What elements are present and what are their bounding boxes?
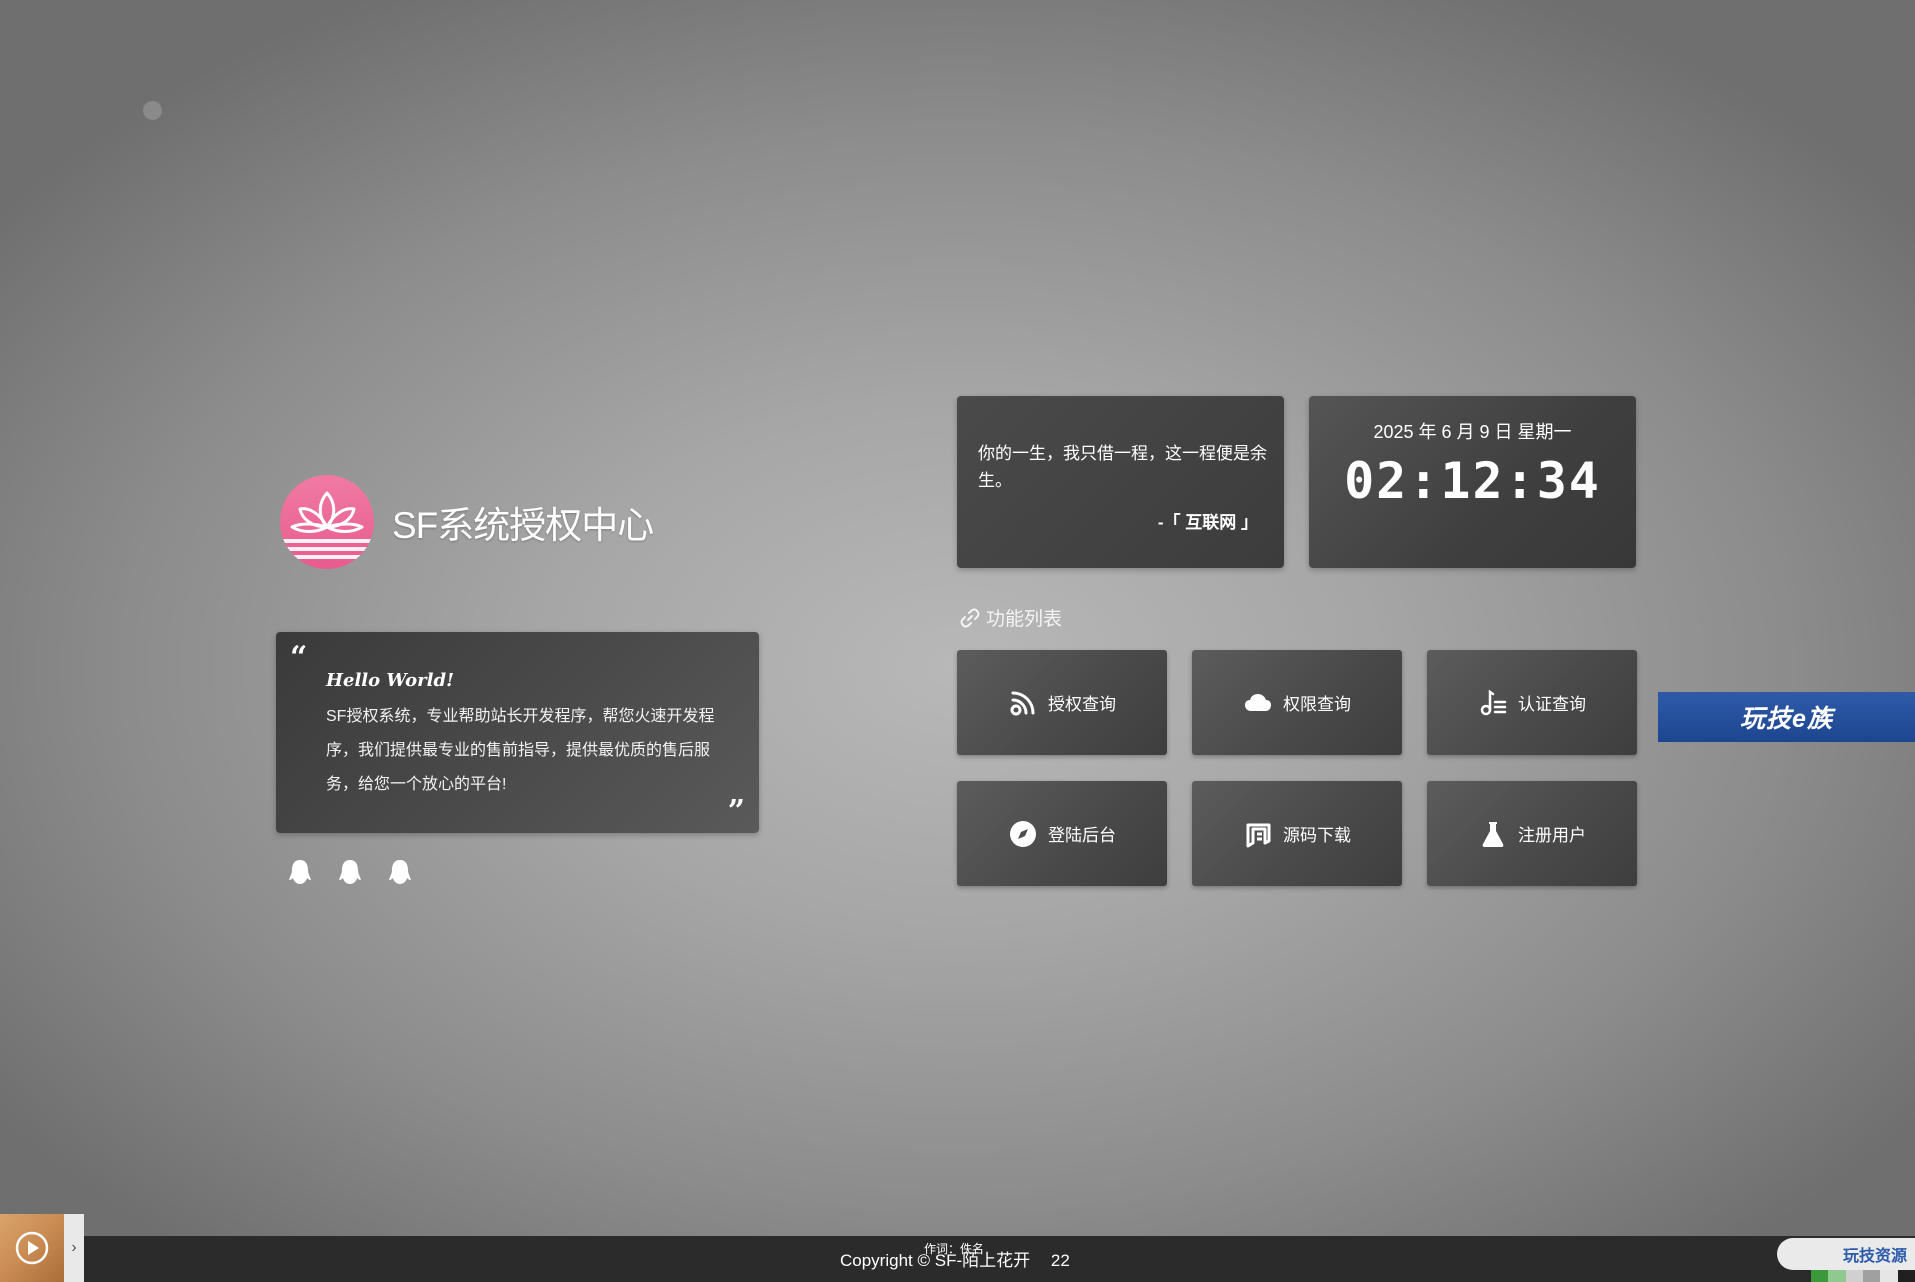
function-list-heading: 功能列表 [960, 604, 1062, 631]
function-list-heading-text: 功能列表 [986, 609, 1063, 630]
lotus-logo-icon [280, 475, 374, 569]
permission-query-button[interactable]: 权限查询 [1192, 650, 1402, 755]
clock-date: 2025 年 6 月 9 日 星期一 [1373, 422, 1572, 442]
decorative-dot [143, 101, 162, 120]
admin-login-button[interactable]: 登陆后台 [957, 781, 1167, 886]
permission-query-label: 权限查询 [1283, 695, 1351, 714]
quote-text: 你的一生，我只借一程，这一程便是余生。 [978, 444, 1267, 490]
quote-card: 你的一生，我只借一程，这一程便是余生。 -「 互联网 」 [957, 396, 1284, 568]
quote-open-mark: “ [290, 640, 308, 675]
compass-icon [1010, 820, 1036, 847]
album-cover [0, 1214, 64, 1282]
certification-query-button[interactable]: 认证查询 [1427, 650, 1637, 755]
qq-icon[interactable] [338, 858, 362, 886]
auth-query-button[interactable]: 授权查询 [957, 650, 1167, 755]
rss-icon [1010, 691, 1035, 715]
link-icon [960, 608, 980, 627]
source-download-button[interactable]: 源码下载 [1192, 781, 1402, 886]
qq-contact-row [288, 858, 412, 886]
play-icon[interactable] [15, 1231, 49, 1265]
visitor-count: 22 [1050, 1251, 1070, 1270]
decorative-pixel-strip [1811, 1270, 1915, 1282]
quote-source: -「 互联网 」 [1157, 513, 1258, 532]
music-list-icon [1480, 689, 1507, 715]
clock-time: 02:12:34 [1344, 452, 1601, 510]
clock-card: 2025 年 6 月 9 日 星期一 02:12:34 [1309, 396, 1636, 568]
side-promo-badge[interactable]: 玩技e族 [1658, 692, 1915, 742]
music-player[interactable]: › [0, 1214, 84, 1282]
document-icon [1246, 823, 1271, 847]
intro-card: “ Hello World! SF授权系统，专业帮助站长开发程序，帮您火速开发程… [276, 632, 759, 833]
player-expand-chevron-icon[interactable]: › [64, 1239, 84, 1257]
copyright-text: Copyright © SF-陌上花开 [840, 1251, 1031, 1270]
source-download-label: 源码下载 [1283, 826, 1351, 845]
quote-close-mark: ” [727, 794, 745, 829]
intro-hello: Hello World! [326, 670, 454, 691]
qq-icon[interactable] [288, 858, 312, 886]
auth-query-label: 授权查询 [1048, 695, 1116, 714]
site-title: SF系统授权中心 [392, 505, 654, 546]
register-user-label: 注册用户 [1518, 826, 1586, 845]
qq-icon[interactable] [388, 858, 412, 886]
flask-icon [1482, 821, 1504, 847]
cloud-icon [1245, 693, 1271, 711]
register-user-button[interactable]: 注册用户 [1427, 781, 1637, 886]
bottom-promo-badge[interactable]: 玩技资源 [1777, 1238, 1915, 1270]
certification-query-label: 认证查询 [1518, 695, 1586, 714]
copyright: Copyright © SF-陌上花开 22 [840, 1246, 1070, 1271]
intro-text: SF授权系统，专业帮助站长开发程序，帮您火速开发程序，我们提供最专业的售前指导，… [326, 708, 715, 793]
admin-login-label: 登陆后台 [1048, 826, 1116, 845]
brand: SF系统授权中心 [280, 475, 654, 569]
